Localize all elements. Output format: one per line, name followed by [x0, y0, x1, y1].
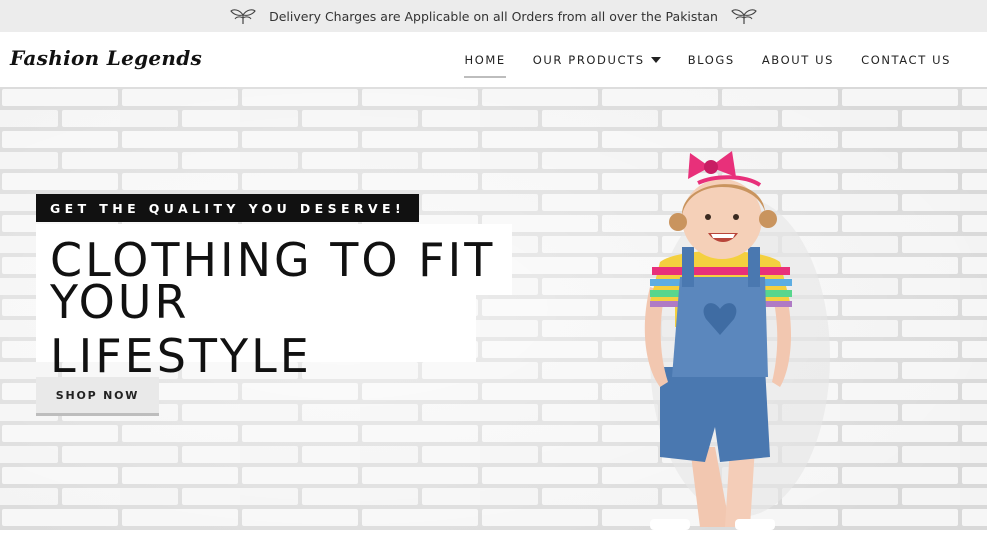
page-bottom-strip	[0, 530, 987, 557]
main-nav: HOME OUR PRODUCTS BLOGS ABOUT US CONTACT…	[464, 32, 951, 87]
site-header: Fashion Legends HOME OUR PRODUCTS BLOGS …	[0, 32, 987, 87]
nav-home[interactable]: HOME	[464, 48, 507, 78]
hero-eyebrow: GET THE QUALITY YOU DESERVE!	[36, 194, 420, 222]
nav-contact-us-label: CONTACT US	[861, 52, 951, 67]
shop-now-button[interactable]: SHOP NOW	[36, 377, 159, 416]
leaf-icon	[230, 9, 256, 24]
caret-down-icon	[650, 56, 661, 63]
leaf-icon	[731, 9, 757, 24]
announcement-text: Delivery Charges are Applicable on all O…	[269, 8, 718, 24]
nav-contact-us[interactable]: CONTACT US	[861, 48, 951, 72]
announcement-bar: Delivery Charges are Applicable on all O…	[0, 0, 987, 32]
nav-home-label: HOME	[464, 52, 506, 67]
hero-banner: GET THE QUALITY YOU DESERVE! CLOTHING TO…	[0, 87, 987, 530]
nav-blogs[interactable]: BLOGS	[688, 48, 735, 72]
site-logo[interactable]: Fashion Legends	[10, 46, 202, 70]
model-illustration	[644, 151, 830, 530]
nav-our-products[interactable]: OUR PRODUCTS	[533, 48, 661, 72]
nav-about-us[interactable]: ABOUT US	[762, 48, 834, 72]
nav-blogs-label: BLOGS	[687, 52, 735, 67]
nav-our-products-label: OUR PRODUCTS	[532, 52, 645, 67]
hero-headline-line-2: YOUR LIFESTYLE	[36, 275, 476, 383]
nav-about-us-label: ABOUT US	[761, 52, 835, 67]
